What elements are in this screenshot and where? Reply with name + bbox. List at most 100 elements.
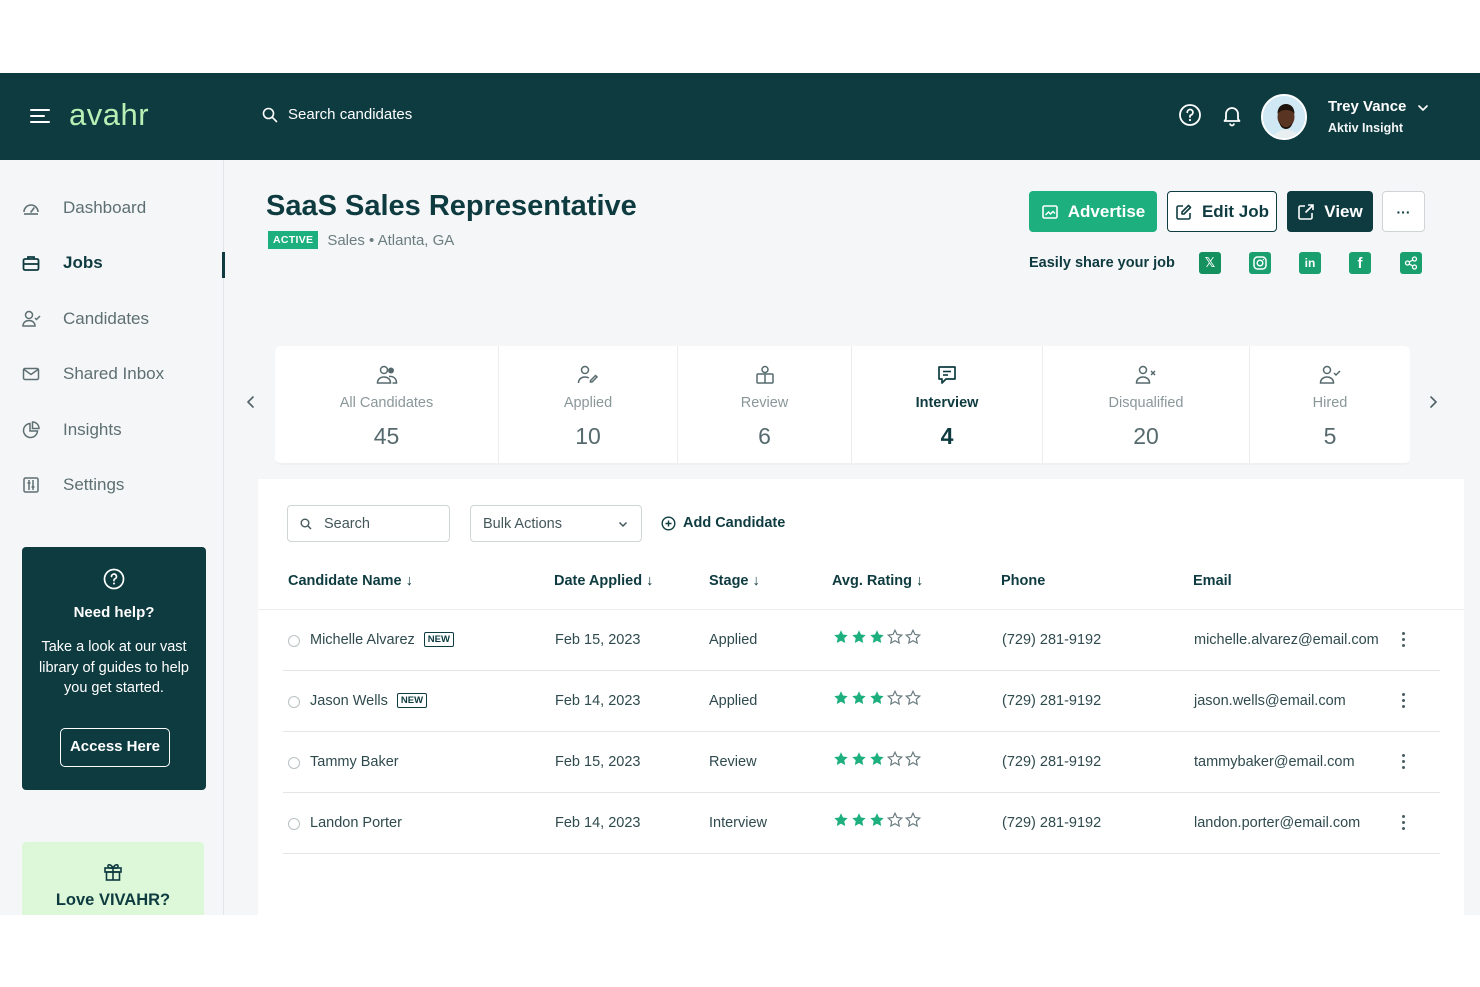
more-options-button[interactable]: ··· [1382,191,1425,232]
instagram-icon[interactable] [1249,252,1271,274]
star-empty-icon[interactable] [887,629,903,645]
help-card: Need help? Take a look at our vast libra… [22,547,206,790]
row-menu-icon[interactable] [1399,632,1407,650]
tab-interview[interactable]: Interview 4 [852,346,1043,463]
star-filled-icon[interactable] [851,629,867,645]
share-icon[interactable] [1400,252,1422,274]
row-menu-icon[interactable] [1399,693,1407,711]
column-header-name[interactable]: Candidate Name ↓ [288,573,413,589]
x-twitter-icon[interactable]: 𝕏 [1199,252,1221,274]
chevron-right-icon[interactable] [1427,395,1439,409]
user-info[interactable]: Trey Vance Aktiv Insight [1328,98,1406,135]
star-filled-icon[interactable] [833,690,849,706]
star-empty-icon[interactable] [887,690,903,706]
app-logo[interactable]: avahr [69,97,149,133]
edit-icon [1176,204,1192,220]
view-label: View [1324,201,1363,221]
column-header-phone: Phone [1001,573,1046,589]
star-filled-icon[interactable] [869,629,885,645]
star-empty-icon[interactable] [905,751,921,767]
advertise-button[interactable]: Advertise [1029,191,1157,232]
user-edit-icon [577,365,599,384]
review-icon [755,365,774,384]
star-empty-icon[interactable] [905,690,921,706]
star-filled-icon[interactable] [851,690,867,706]
date-applied: Feb 15, 2023 [555,754,641,770]
candidate-name-cell[interactable]: Tammy Baker [310,754,399,770]
tab-review[interactable]: Review 6 [678,346,852,463]
star-filled-icon[interactable] [851,812,867,828]
email[interactable]: tammybaker@email.com [1194,754,1355,770]
menu-icon[interactable] [30,109,50,125]
star-filled-icon[interactable] [869,812,885,828]
sidebar-item-dashboard[interactable]: Dashboard [21,198,146,218]
column-header-stage[interactable]: Stage ↓ [709,573,760,589]
star-filled-icon[interactable] [869,690,885,706]
table-row[interactable]: Michelle Alvarez NEW Feb 15, 2023 Applied… [283,610,1440,671]
sidebar-item-label: Dashboard [63,198,147,217]
bulk-actions-label: Bulk Actions [483,515,562,532]
star-filled-icon[interactable] [833,751,849,767]
chevron-left-icon[interactable] [245,395,257,409]
row-select-radio[interactable] [288,696,300,708]
star-empty-icon[interactable] [887,751,903,767]
row-menu-icon[interactable] [1399,815,1407,833]
table-row[interactable]: Landon Porter Feb 14, 2023 Interview (72… [283,793,1440,854]
candidate-name-cell[interactable]: Jason Wells NEW [310,693,428,709]
sidebar-item-settings[interactable]: Settings [21,475,124,495]
user-avatar[interactable] [1261,94,1307,140]
tab-applied[interactable]: Applied 10 [499,346,678,463]
chevron-down-icon[interactable] [1416,101,1430,115]
edit-job-button[interactable]: Edit Job [1167,191,1277,232]
column-header-date[interactable]: Date Applied ↓ [554,573,653,589]
star-filled-icon[interactable] [869,751,885,767]
job-meta: Sales • Atlanta, GA [327,231,455,249]
linkedin-icon[interactable]: in [1299,252,1321,274]
star-empty-icon[interactable] [887,812,903,828]
sidebar-item-insights[interactable]: Insights [21,420,122,440]
email[interactable]: michelle.alvarez@email.com [1194,632,1379,648]
sidebar-item-candidates[interactable]: Candidates [21,309,149,329]
stage-count: 45 [373,423,400,449]
table-row[interactable]: Tammy Baker Feb 15, 2023 Review (729) 28… [283,732,1440,793]
access-here-button[interactable]: Access Here [60,728,170,767]
rating-stars[interactable] [833,629,921,645]
dashboard-icon [23,204,39,215]
row-select-radio[interactable] [288,635,300,647]
email[interactable]: jason.wells@email.com [1194,693,1346,709]
external-link-icon [1298,203,1315,220]
rating-stars[interactable] [833,690,921,706]
star-filled-icon[interactable] [833,812,849,828]
table-row[interactable]: Jason Wells NEW Feb 14, 2023 Applied (729… [283,671,1440,732]
sidebar-item-jobs[interactable]: Jobs [21,253,103,273]
love-card[interactable]: Love VIVAHR? [22,842,204,915]
facebook-icon[interactable]: f [1349,252,1371,274]
email[interactable]: landon.porter@email.com [1194,815,1360,831]
column-header-rating[interactable]: Avg. Rating ↓ [832,573,923,589]
star-filled-icon[interactable] [851,751,867,767]
bulk-actions-select[interactable]: Bulk Actions [470,505,642,542]
star-filled-icon[interactable] [833,629,849,645]
star-empty-icon[interactable] [905,812,921,828]
chat-icon [938,366,956,384]
sidebar-item-shared-inbox[interactable]: Shared Inbox [21,364,164,384]
table-search-input[interactable]: Search [287,505,450,542]
candidate-name-cell[interactable]: Michelle Alvarez NEW [310,632,454,648]
tab-all-candidates[interactable]: All Candidates 45 [275,346,499,463]
bell-icon[interactable] [1220,103,1244,127]
rating-stars[interactable] [833,751,921,767]
sidebar-item-label: Jobs [63,253,103,272]
row-menu-icon[interactable] [1399,754,1407,772]
row-select-radio[interactable] [288,757,300,769]
candidate-name-cell[interactable]: Landon Porter [310,815,402,831]
candidate-search-input[interactable]: Search candidates [262,106,412,123]
view-button[interactable]: View [1287,191,1373,232]
stage: Review [709,754,757,770]
row-select-radio[interactable] [288,818,300,830]
star-empty-icon[interactable] [905,629,921,645]
rating-stars[interactable] [833,812,921,828]
add-candidate-button[interactable]: Add Candidate [661,515,785,531]
help-icon[interactable] [1178,103,1202,127]
tab-hired[interactable]: Hired 5 [1250,346,1410,463]
tab-disqualified[interactable]: Disqualified 20 [1043,346,1250,463]
